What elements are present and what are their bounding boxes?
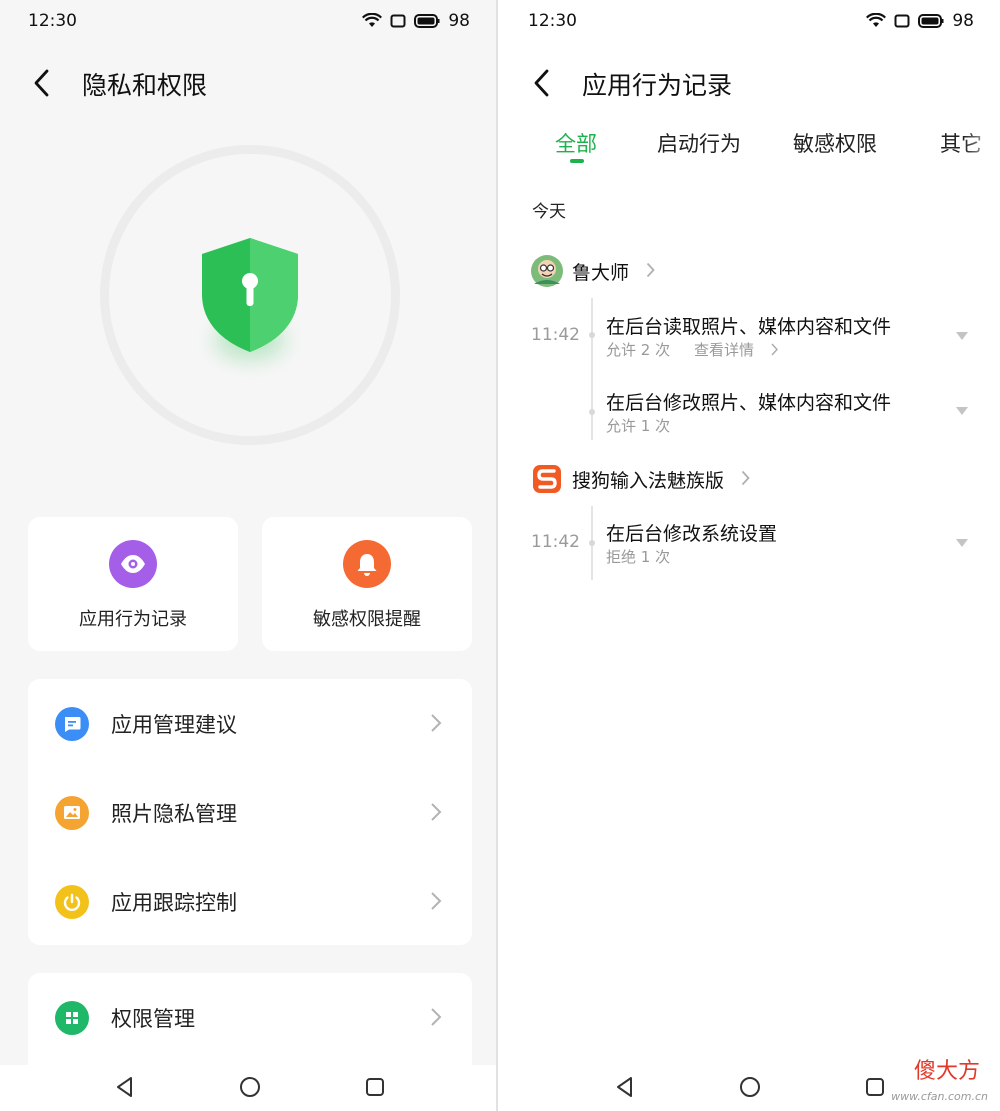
tab-launch[interactable]: 启动行为 — [657, 128, 741, 158]
chevron-right-icon — [646, 262, 655, 278]
chevron-right-icon — [431, 714, 442, 732]
status-time: 12:30 — [528, 11, 577, 31]
eye-icon — [109, 540, 157, 588]
behavior-log-screen: 12:30 98 应用行为记录 全部 启动行为 敏感权限 其它 今天 鲁大师 1… — [500, 0, 1000, 1111]
section-header-today: 今天 — [532, 202, 566, 222]
nav-home-icon[interactable] — [738, 1075, 762, 1099]
menu-item-tracking-control[interactable]: 应用跟踪控制 — [28, 857, 472, 946]
timeline-dot — [589, 332, 595, 338]
tab-indicator — [570, 159, 584, 163]
timeline-dot — [589, 540, 595, 546]
chevron-right-icon — [431, 892, 442, 910]
page-title: 隐私和权限 — [82, 71, 208, 100]
menu-item-app-suggestions[interactable]: 应用管理建议 — [28, 679, 472, 768]
nav-back-icon[interactable] — [113, 1075, 137, 1099]
chevron-right-icon — [431, 803, 442, 821]
event-count: 允许 1 次 — [606, 417, 671, 435]
nav-bar — [0, 1065, 496, 1111]
menu-card: 应用管理建议 照片隐私管理 应用跟踪控制 — [28, 679, 472, 945]
nav-back-icon[interactable] — [613, 1075, 637, 1099]
quick-card-sensitive-alert[interactable]: 敏感权限提醒 — [262, 517, 472, 651]
chevron-right-icon — [741, 470, 750, 486]
grid-icon — [55, 1001, 89, 1035]
chevron-right-icon — [771, 343, 778, 356]
wifi-icon — [866, 13, 887, 27]
nav-recents-icon[interactable] — [363, 1075, 387, 1099]
sim-icon — [390, 14, 406, 28]
tab-bar: 全部 启动行为 敏感权限 其它 — [500, 120, 1000, 168]
status-bar: 12:30 98 — [0, 0, 496, 44]
status-icons: 98 — [866, 11, 974, 31]
event-title: 在后台修改照片、媒体内容和文件 — [606, 392, 892, 414]
tab-sensitive[interactable]: 敏感权限 — [793, 128, 877, 158]
menu-item-label: 应用跟踪控制 — [111, 891, 237, 915]
menu-item-permission-management[interactable]: 权限管理 — [28, 973, 472, 1062]
sogou-app-icon — [533, 465, 561, 493]
battery-level: 98 — [952, 11, 974, 31]
event-time: 11:42 — [531, 532, 580, 552]
ludashi-app-icon — [531, 255, 563, 287]
app-name: 鲁大师 — [572, 262, 630, 284]
back-arrow-icon[interactable] — [530, 68, 554, 98]
privacy-screen: 12:30 98 隐私和权限 应用行为记录 敏感权限提醒 应用管理建议 照片隐私… — [0, 0, 498, 1111]
menu-item-label: 应用管理建议 — [111, 713, 237, 737]
expand-caret-icon[interactable] — [956, 539, 968, 547]
watermark-logo: 傻大方 — [913, 1059, 980, 1084]
tab-other[interactable]: 其它 — [940, 128, 1000, 158]
app-name: 搜狗输入法魅族版 — [572, 470, 725, 492]
sim-icon — [894, 14, 910, 28]
menu-item-label: 照片隐私管理 — [111, 802, 237, 826]
menu-item-label: 权限管理 — [111, 1007, 195, 1031]
watermark-url: www.cfan.com.cn — [891, 1090, 988, 1103]
shield-lock-icon — [202, 238, 298, 352]
timeline-line — [591, 298, 593, 440]
nav-home-icon[interactable] — [238, 1075, 262, 1099]
event-time: 11:42 — [531, 325, 580, 345]
battery-level: 98 — [448, 11, 470, 31]
event-detail-link[interactable]: 查看详情 — [694, 339, 754, 360]
menu-item-photo-privacy[interactable]: 照片隐私管理 — [28, 768, 472, 857]
event-title: 在后台修改系统设置 — [606, 523, 778, 545]
expand-caret-icon[interactable] — [956, 407, 968, 415]
event-count: 允许 2 次 — [606, 341, 671, 359]
battery-icon — [918, 14, 944, 28]
message-icon — [55, 707, 89, 741]
quick-card-label: 敏感权限提醒 — [313, 609, 421, 630]
expand-caret-icon[interactable] — [956, 332, 968, 340]
tab-all[interactable]: 全部 — [555, 128, 597, 158]
event-title: 在后台读取照片、媒体内容和文件 — [606, 316, 892, 338]
status-time: 12:30 — [28, 11, 77, 31]
power-icon — [55, 885, 89, 919]
image-icon — [55, 796, 89, 830]
nav-recents-icon[interactable] — [863, 1075, 887, 1099]
page-title: 应用行为记录 — [582, 71, 733, 100]
wifi-icon — [362, 13, 383, 27]
bell-icon — [343, 540, 391, 588]
status-icons: 98 — [362, 11, 470, 31]
timeline-dot — [589, 409, 595, 415]
back-arrow-icon[interactable] — [30, 68, 54, 98]
status-bar: 12:30 98 — [500, 0, 1000, 44]
battery-icon — [414, 14, 440, 28]
quick-card-behavior-log[interactable]: 应用行为记录 — [28, 517, 238, 651]
event-count: 拒绝 1 次 — [606, 548, 671, 566]
page-header: 应用行为记录 — [500, 58, 1000, 108]
quick-card-label: 应用行为记录 — [79, 609, 187, 630]
page-header: 隐私和权限 — [0, 58, 496, 108]
chevron-right-icon — [431, 1008, 442, 1026]
